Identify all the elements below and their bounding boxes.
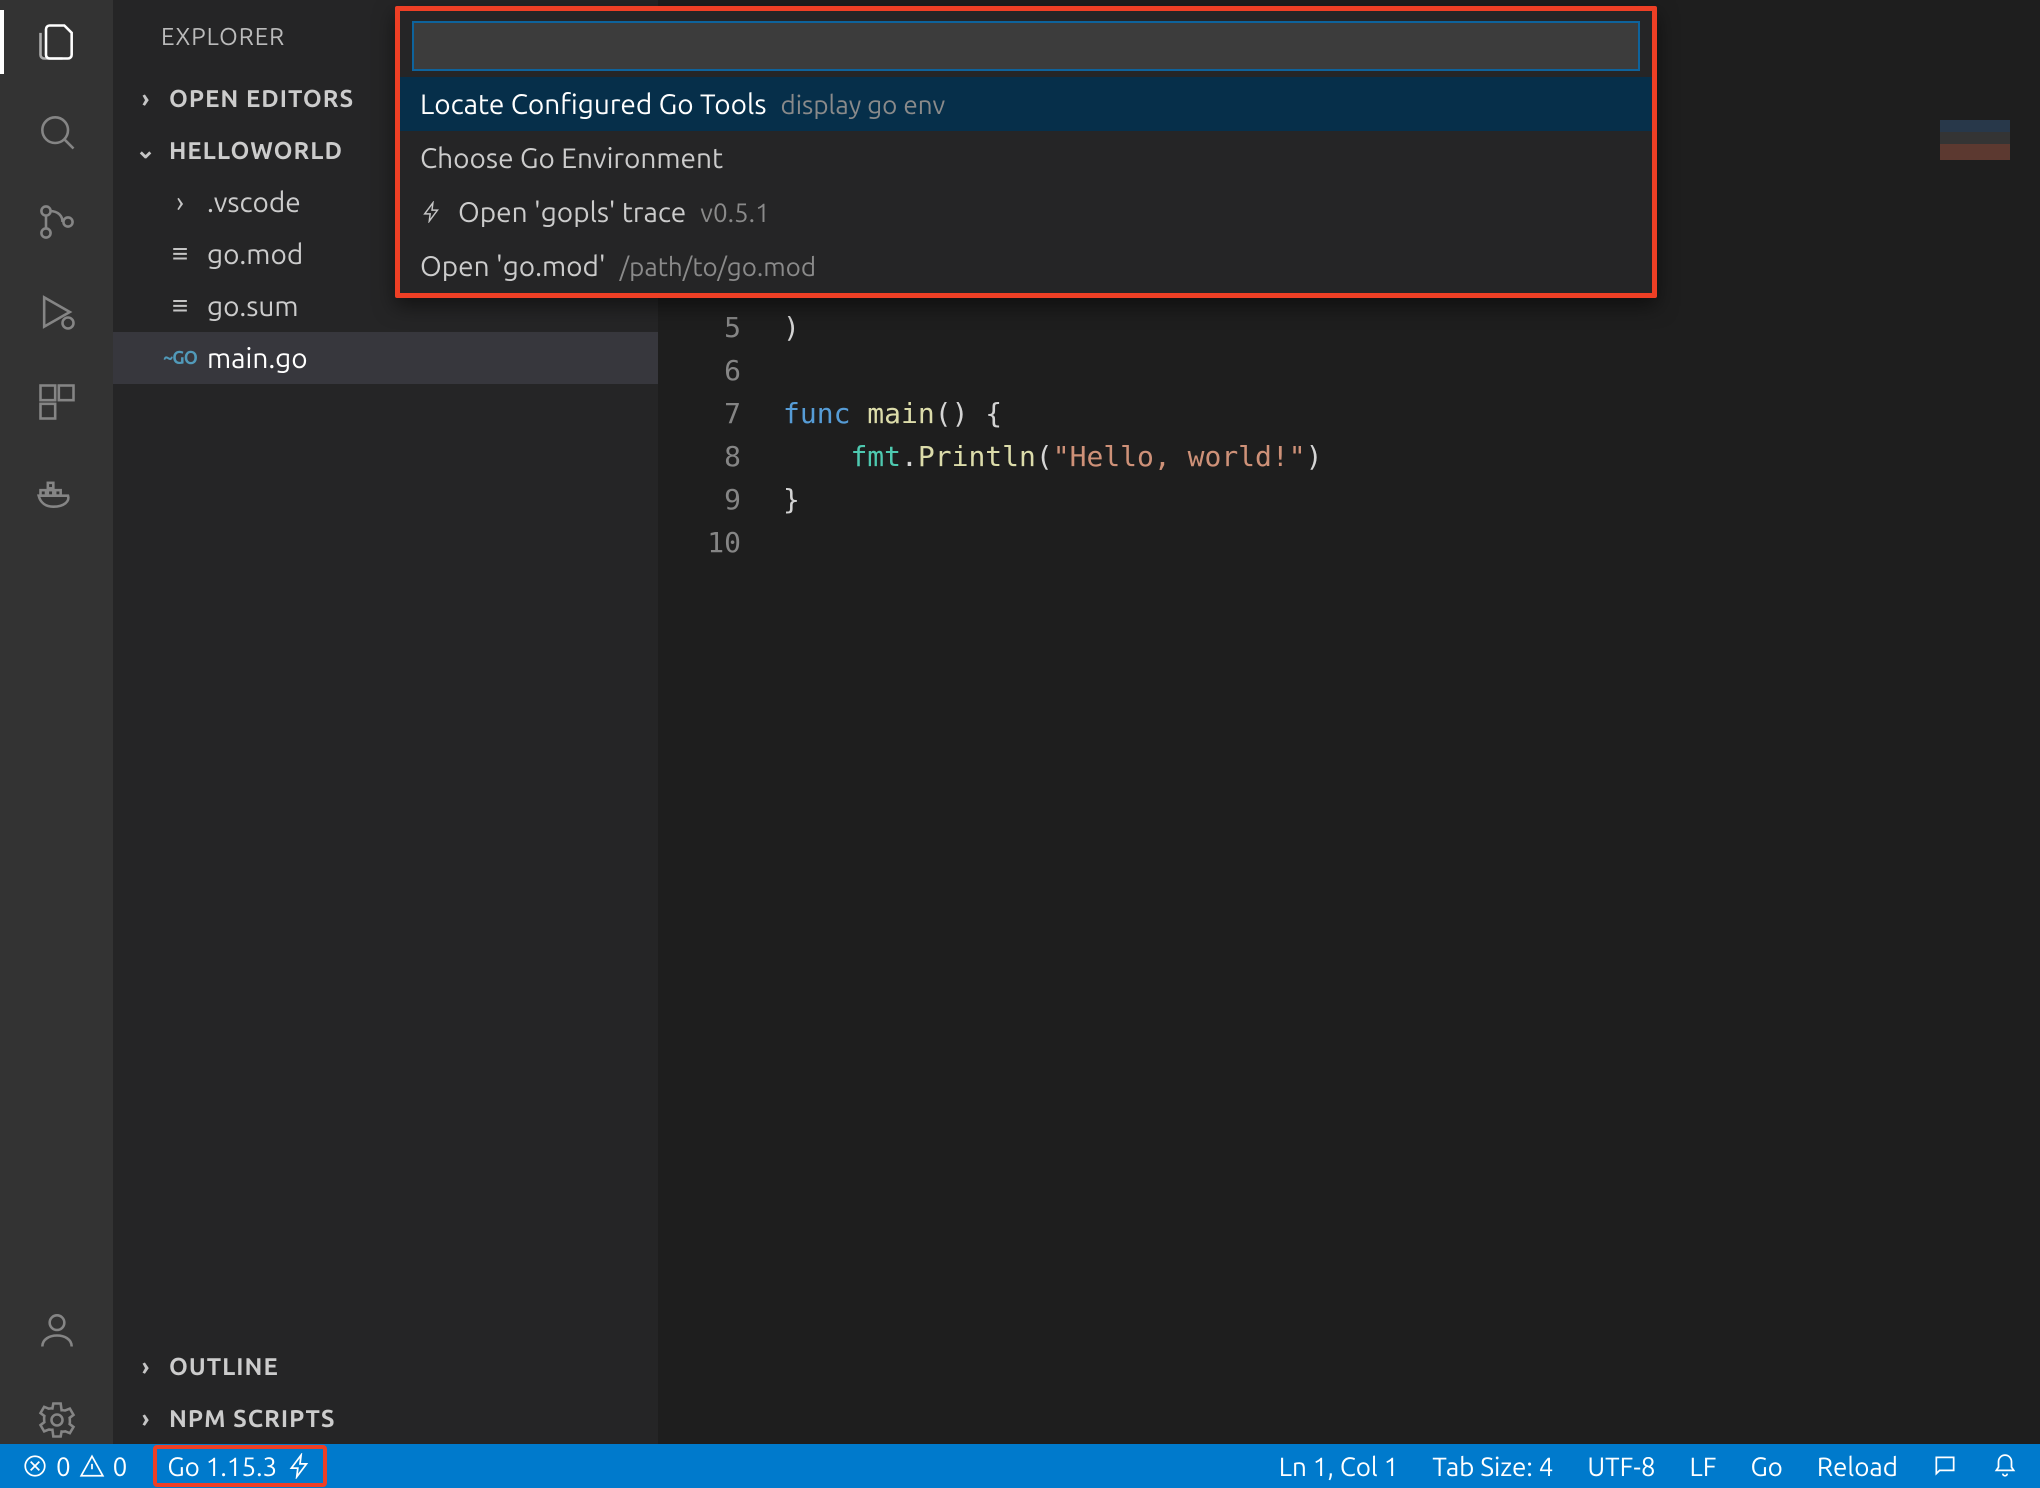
- chevron-right-icon: ›: [133, 1405, 159, 1432]
- status-errors[interactable]: 0 0: [14, 1444, 135, 1488]
- status-encoding[interactable]: UTF-8: [1579, 1444, 1663, 1488]
- palette-item-hint: /path/to/go.mod: [620, 252, 816, 281]
- code-line[interactable]: 7func main() {: [658, 392, 1860, 435]
- status-go-version[interactable]: Go 1.15.3: [153, 1445, 327, 1487]
- chevron-right-icon: ›: [165, 187, 195, 218]
- status-feedback-icon[interactable]: [1924, 1444, 1966, 1488]
- go-version-label: Go 1.15.3: [167, 1452, 277, 1481]
- source-control-icon[interactable]: [33, 198, 81, 246]
- status-reload[interactable]: Reload: [1809, 1444, 1906, 1488]
- npm-label: NPM SCRIPTS: [169, 1405, 336, 1432]
- line-number: 7: [658, 392, 783, 435]
- tree-label: .vscode: [207, 187, 301, 218]
- docker-icon[interactable]: [33, 468, 81, 516]
- zap-icon: [287, 1453, 313, 1479]
- code-line[interactable]: 5): [658, 306, 1860, 349]
- file-lines-icon: ≡: [165, 290, 195, 322]
- palette-item[interactable]: Open 'go.mod' /path/to/go.mod: [400, 239, 1652, 293]
- status-bar: 0 0 Go 1.15.3 Ln 1, Col 1 Tab Size: 4 UT…: [0, 1444, 2040, 1488]
- account-icon[interactable]: [33, 1306, 81, 1354]
- palette-item[interactable]: Open 'gopls' trace v0.5.1: [400, 185, 1652, 239]
- search-icon[interactable]: [33, 108, 81, 156]
- activity-bar: [0, 0, 113, 1444]
- palette-item-label: Choose Go Environment: [420, 143, 723, 174]
- extensions-icon[interactable]: [33, 378, 81, 426]
- error-icon: [22, 1453, 48, 1479]
- errors-count: 0: [56, 1452, 71, 1481]
- status-tabsize[interactable]: Tab Size: 4: [1424, 1444, 1561, 1488]
- status-language[interactable]: Go: [1742, 1444, 1790, 1488]
- code-line[interactable]: 9}: [658, 478, 1860, 521]
- code-line[interactable]: 10: [658, 521, 1860, 564]
- code-content: fmt.Println("Hello, world!"): [783, 435, 1322, 478]
- outline-section[interactable]: › OUTLINE: [113, 1340, 658, 1392]
- palette-item-label: Open 'go.mod': [420, 251, 606, 282]
- workspace-label: HELLOWORLD: [169, 137, 343, 164]
- palette-item-hint: display go env: [781, 90, 946, 119]
- line-number: 8: [658, 435, 783, 478]
- command-palette: Locate Configured Go Tools display go env…: [395, 6, 1657, 298]
- palette-item[interactable]: Choose Go Environment: [400, 131, 1652, 185]
- palette-item-hint: v0.5.1: [700, 198, 769, 227]
- minimap-content: [1940, 120, 2010, 160]
- line-number: 10: [658, 521, 783, 564]
- chevron-right-icon: ›: [133, 85, 159, 112]
- warning-icon: [79, 1453, 105, 1479]
- tree-file-maingo[interactable]: ~GO main.go: [113, 332, 658, 384]
- file-lines-icon: ≡: [165, 238, 195, 270]
- open-editors-label: OPEN EDITORS: [169, 85, 354, 112]
- status-bell-icon[interactable]: [1984, 1444, 2026, 1488]
- palette-list: Locate Configured Go Tools display go env…: [400, 77, 1652, 293]
- run-debug-icon[interactable]: [33, 288, 81, 336]
- palette-item-label: Locate Configured Go Tools: [420, 89, 767, 120]
- explorer-icon[interactable]: [33, 18, 81, 66]
- warnings-count: 0: [113, 1452, 128, 1481]
- status-eol[interactable]: LF: [1682, 1444, 1725, 1488]
- palette-item-label: Open 'gopls' trace: [458, 197, 686, 228]
- code-content: }: [783, 478, 800, 521]
- tree-label: go.sum: [207, 291, 299, 322]
- outline-label: OUTLINE: [169, 1353, 279, 1380]
- code-content: func main() {: [783, 392, 1002, 435]
- minimap[interactable]: [1860, 0, 2040, 1444]
- settings-gear-icon[interactable]: [33, 1396, 81, 1444]
- chevron-right-icon: ›: [133, 1353, 159, 1380]
- palette-input[interactable]: [412, 21, 1640, 71]
- tree-label: main.go: [207, 343, 308, 374]
- line-number: 5: [658, 306, 783, 349]
- npm-scripts-section[interactable]: › NPM SCRIPTS: [113, 1392, 658, 1444]
- palette-item[interactable]: Locate Configured Go Tools display go env: [400, 77, 1652, 131]
- code-content: ): [783, 306, 800, 349]
- code-line[interactable]: 8 fmt.Println("Hello, world!"): [658, 435, 1860, 478]
- code-line[interactable]: 6: [658, 349, 1860, 392]
- tree-label: go.mod: [207, 239, 303, 270]
- line-number: 9: [658, 478, 783, 521]
- status-lncol[interactable]: Ln 1, Col 1: [1271, 1444, 1407, 1488]
- line-number: 6: [658, 349, 783, 392]
- main-area: EXPLORER › OPEN EDITORS ⌄ HELLOWORLD › .…: [0, 0, 2040, 1444]
- go-file-icon: ~GO: [165, 348, 195, 368]
- zap-icon: [420, 201, 444, 223]
- chevron-down-icon: ⌄: [133, 136, 159, 164]
